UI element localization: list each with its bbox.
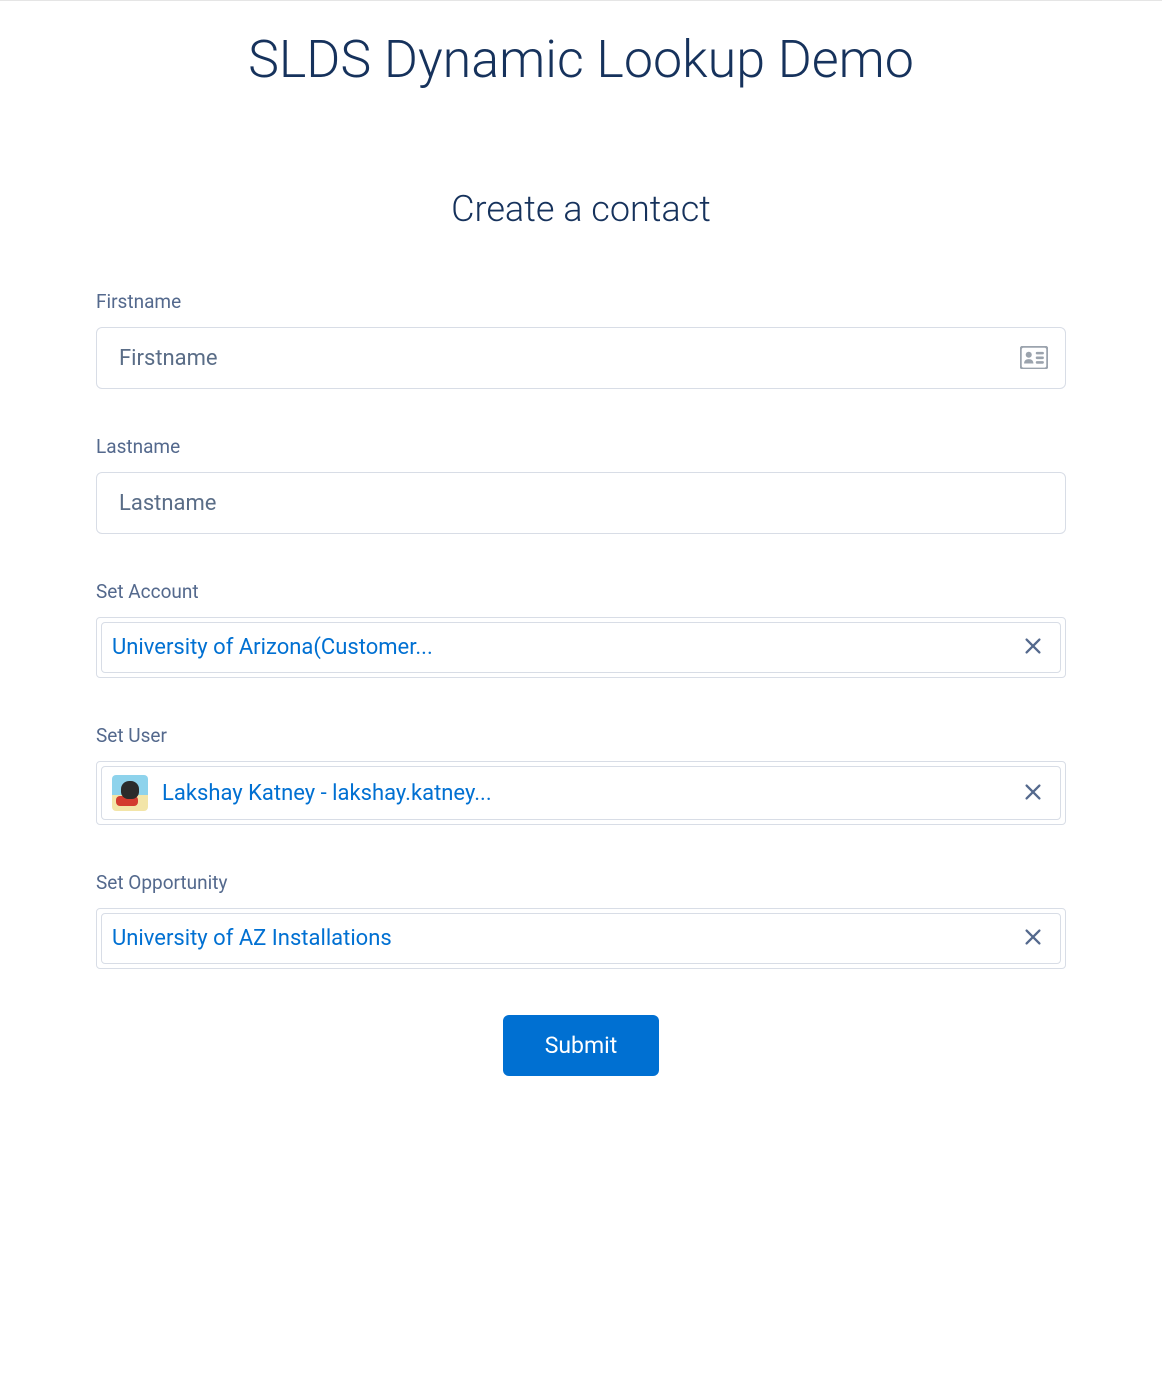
opportunity-pill-remove-button[interactable] (1018, 922, 1048, 955)
opportunity-pill-container[interactable]: University of AZ Installations (96, 908, 1066, 969)
opportunity-label: Set Opportunity (96, 871, 1066, 894)
page-title: SLDS Dynamic Lookup Demo (0, 1, 1162, 98)
firstname-group: Firstname (96, 290, 1066, 389)
account-pill-remove-button[interactable] (1018, 631, 1048, 664)
submit-row: Submit (96, 1015, 1066, 1076)
account-pill-left: University of Arizona(Customer... (112, 635, 433, 660)
lastname-label: Lastname (96, 435, 1066, 458)
account-label: Set Account (96, 580, 1066, 603)
opportunity-pill-label: University of AZ Installations (112, 926, 392, 951)
user-pill-label: Lakshay Katney - lakshay.katney... (162, 781, 492, 806)
lastname-input[interactable] (96, 472, 1066, 534)
form-subtitle: Create a contact (96, 98, 1066, 290)
user-avatar-icon (112, 775, 148, 811)
opportunity-pill-left: University of AZ Installations (112, 926, 392, 951)
firstname-label: Firstname (96, 290, 1066, 313)
firstname-input-wrapper (96, 327, 1066, 389)
lastname-group: Lastname (96, 435, 1066, 534)
firstname-input[interactable] (96, 327, 1066, 389)
opportunity-pill: University of AZ Installations (101, 913, 1061, 964)
user-pill-left: Lakshay Katney - lakshay.katney... (112, 775, 492, 811)
close-icon (1022, 781, 1044, 806)
close-icon (1022, 635, 1044, 660)
account-pill-label: University of Arizona(Customer... (112, 635, 433, 660)
user-label: Set User (96, 724, 1066, 747)
account-pill-container[interactable]: University of Arizona(Customer... (96, 617, 1066, 678)
close-icon (1022, 926, 1044, 951)
account-group: Set Account University of Arizona(Custom… (96, 580, 1066, 678)
opportunity-group: Set Opportunity University of AZ Install… (96, 871, 1066, 969)
account-pill: University of Arizona(Customer... (101, 622, 1061, 673)
user-pill-remove-button[interactable] (1018, 777, 1048, 810)
contact-card-icon (1020, 346, 1048, 370)
lastname-input-wrapper (96, 472, 1066, 534)
user-group: Set User Lakshay Katney - lakshay.katney… (96, 724, 1066, 825)
submit-button[interactable]: Submit (503, 1015, 660, 1076)
user-pill-container[interactable]: Lakshay Katney - lakshay.katney... (96, 761, 1066, 825)
form-container: Create a contact Firstname Lastname (0, 98, 1162, 1076)
user-pill: Lakshay Katney - lakshay.katney... (101, 766, 1061, 820)
